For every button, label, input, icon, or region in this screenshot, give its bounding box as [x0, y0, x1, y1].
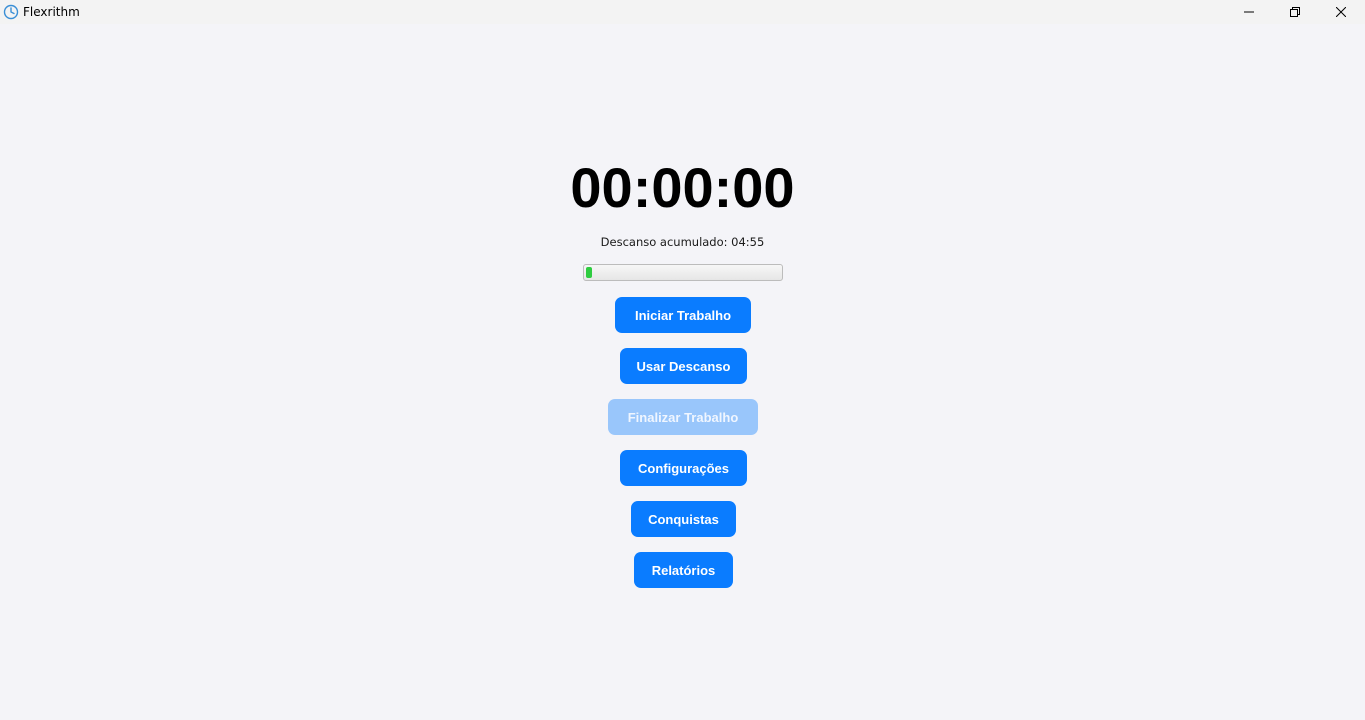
settings-button[interactable]: Configurações: [620, 450, 747, 486]
minimize-button[interactable]: [1226, 0, 1272, 24]
maximize-button[interactable]: [1272, 0, 1318, 24]
reports-button[interactable]: Relatórios: [634, 552, 733, 588]
achievements-button[interactable]: Conquistas: [631, 501, 736, 537]
clock-icon: [3, 4, 19, 20]
close-button[interactable]: [1318, 0, 1364, 24]
rest-progress-bar: [583, 264, 783, 281]
timer-display: 00:00:00: [570, 156, 795, 219]
app-window: Flexrithm 00:00:00 Descanso acumulado: 0…: [0, 0, 1365, 720]
title-bar[interactable]: Flexrithm: [0, 0, 1365, 24]
minimize-icon: [1244, 7, 1254, 17]
use-rest-button[interactable]: Usar Descanso: [620, 348, 747, 384]
accumulated-rest-label: Descanso acumulado: 04:55: [600, 235, 765, 249]
close-icon: [1336, 7, 1346, 17]
window-title: Flexrithm: [23, 5, 80, 19]
start-work-button[interactable]: Iniciar Trabalho: [615, 297, 751, 333]
finish-work-button: Finalizar Trabalho: [608, 399, 758, 435]
rest-progress-fill: [586, 267, 592, 278]
restore-icon: [1290, 7, 1300, 17]
